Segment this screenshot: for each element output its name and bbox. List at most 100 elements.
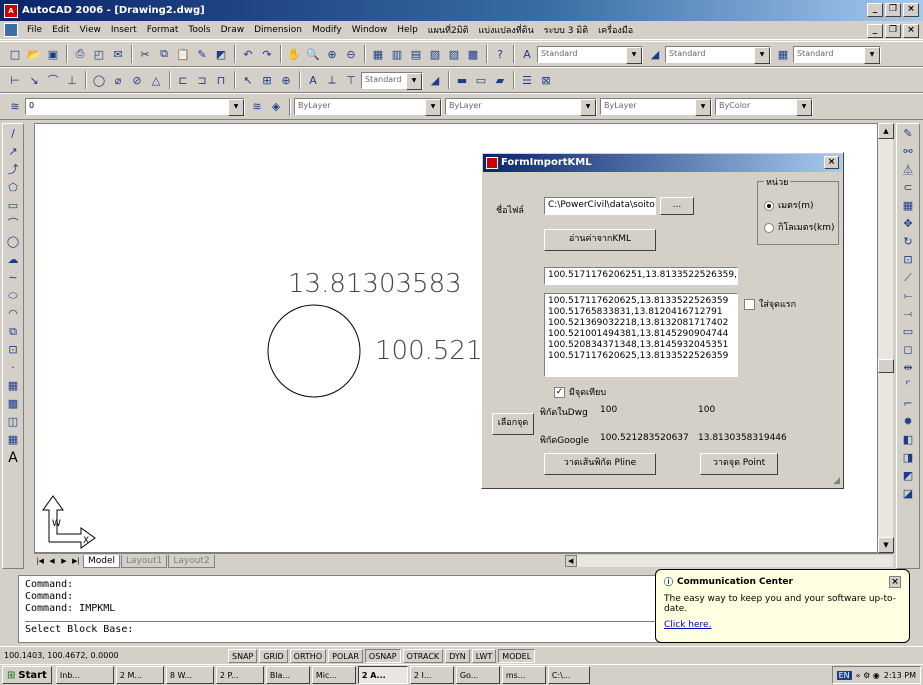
menu-3d-system[interactable]: ระบบ 3 มิติ [539, 23, 593, 37]
otrack-toggle[interactable]: OTRACK [402, 648, 444, 663]
tab-model[interactable]: Model [83, 554, 121, 568]
menu-draw[interactable]: Draw [216, 25, 250, 35]
drawn-circle[interactable] [267, 304, 361, 398]
taskbar-item[interactable]: Inb... [55, 666, 114, 684]
new-icon[interactable]: □ [6, 45, 24, 63]
thai-tool-4-icon[interactable]: ☰ [518, 71, 536, 89]
unit-meter-radio[interactable]: เมตร(m) [764, 198, 813, 212]
thai-tool-2-icon[interactable]: ▭ [472, 71, 490, 89]
diameter-icon[interactable]: ⊘ [128, 71, 146, 89]
region-icon[interactable]: ◫ [4, 414, 22, 430]
draw-order-3-icon[interactable]: ◩ [899, 468, 917, 484]
menu-map-2d[interactable]: แผนที่2มิติ [423, 23, 474, 37]
continue-icon[interactable]: ⊓ [212, 71, 230, 89]
dyn-toggle[interactable]: DYN [445, 648, 470, 663]
balloon-close-button[interactable]: × [889, 575, 901, 588]
paste-icon[interactable]: 📋 [174, 45, 192, 63]
ellipse-arc-icon[interactable]: ◠ [4, 306, 22, 322]
arc-length-icon[interactable]: ⌒ [44, 71, 62, 89]
first-point-checkbox[interactable]: ใส่จุดแรก [744, 297, 796, 311]
menu-edit[interactable]: Edit [47, 25, 74, 35]
save-icon[interactable]: ▣ [44, 45, 62, 63]
ellipse-icon[interactable]: ⬭ [4, 288, 22, 304]
revcloud-icon[interactable]: ☁ [4, 252, 22, 268]
menu-view[interactable]: View [75, 25, 106, 35]
coordinates-list[interactable]: 100.517117620625,13.8133522526359 100.51… [544, 293, 738, 377]
menu-tools[interactable]: Tools [183, 25, 215, 35]
prev-tab-button[interactable]: ◀ [46, 555, 58, 567]
menu-land-division[interactable]: แบ่งแปลงที่ดิน [473, 23, 538, 37]
ortho-toggle[interactable]: ORTHO [289, 648, 327, 663]
language-indicator[interactable]: EN [836, 670, 852, 680]
point-icon[interactable]: · [4, 360, 22, 376]
table-icon[interactable]: ▦ [4, 432, 22, 448]
trim-icon[interactable]: ⤚ [899, 288, 917, 304]
tolerance-icon[interactable]: ⊞ [258, 71, 276, 89]
draw-pline-button[interactable]: วาดเส้นพิกัด Pline [544, 453, 656, 475]
restore-button[interactable]: ❐ [885, 3, 901, 17]
browse-button[interactable]: ... [660, 197, 694, 215]
gradient-icon[interactable]: ▩ [4, 396, 22, 412]
menu-format[interactable]: Format [142, 25, 184, 35]
reference-point-checkbox[interactable]: ✓ มีจุดเทียบ [554, 385, 606, 399]
erase-icon[interactable]: ✎ [899, 126, 917, 142]
match-icon[interactable]: ✎ [193, 45, 211, 63]
taskbar-item[interactable]: Go... [455, 666, 500, 684]
dimedit-icon[interactable]: A [304, 71, 322, 89]
dim-style-select-2[interactable]: Standard [361, 71, 423, 90]
polygon-icon[interactable]: ⬠ [4, 180, 22, 196]
osnap-toggle[interactable]: OSNAP [364, 648, 401, 663]
taskbar-item[interactable]: Bla... [265, 666, 310, 684]
table-style-select[interactable]: Standard [793, 45, 881, 64]
quick-dim-icon[interactable]: ⊏ [174, 71, 192, 89]
minimize-button[interactable]: _ [867, 3, 883, 17]
polyline-icon[interactable]: ⤴ [4, 162, 22, 178]
mirror-icon[interactable]: ⏅ [899, 162, 917, 178]
extend-icon[interactable]: ⤙ [899, 306, 917, 322]
drawn-text-longitude[interactable]: 100.521 [375, 336, 483, 366]
menu-insert[interactable]: Insert [106, 25, 142, 35]
next-tab-button[interactable]: ▶ [58, 555, 70, 567]
thai-tool-5-icon[interactable]: ⊠ [537, 71, 555, 89]
list-item[interactable]: 100.520834371348,13.8145932045351 [548, 340, 734, 351]
draw-point-button[interactable]: วาดจุด Point [700, 453, 778, 475]
drawn-text-latitude[interactable]: 13.81303583 [288, 269, 462, 299]
taskbar-item[interactable]: 2 P... [215, 666, 264, 684]
dim-style-select[interactable]: Standard [665, 45, 771, 64]
toolpalette-icon[interactable]: ▤ [407, 45, 425, 63]
plot-icon[interactable]: ⎙ [71, 45, 89, 63]
stretch-icon[interactable]: ⟋ [899, 270, 917, 286]
markup-icon[interactable]: ▨ [445, 45, 463, 63]
linetype-select[interactable]: ByLayer [445, 98, 597, 116]
rotate-icon[interactable]: ↻ [899, 234, 917, 250]
draw-order-4-icon[interactable]: ◪ [899, 486, 917, 502]
array-icon[interactable]: ▦ [899, 198, 917, 214]
list-item[interactable]: 100.51765833831,13.8120416712791 [548, 307, 734, 318]
model-toggle[interactable]: MODEL [498, 648, 536, 663]
ordinate-icon[interactable]: ⊥ [63, 71, 81, 89]
taskbar-item[interactable]: Mic... [311, 666, 356, 684]
properties-icon[interactable]: ▦ [369, 45, 387, 63]
list-item[interactable]: 100.521369032218,13.8132081717402 [548, 318, 734, 329]
zoom-realtime-icon[interactable]: 🔍 [304, 45, 322, 63]
help-icon[interactable]: ? [491, 45, 509, 63]
taskbar-item[interactable]: 8 W... [165, 666, 214, 684]
linear-dim-icon[interactable]: ⊢ [6, 71, 24, 89]
menu-window[interactable]: Window [347, 25, 393, 35]
update-icon[interactable]: ⊤ [342, 71, 360, 89]
taskbar-item-active[interactable]: 2 A... [357, 666, 408, 684]
explode-icon[interactable]: ✹ [899, 414, 917, 430]
calc-icon[interactable]: ▩ [464, 45, 482, 63]
layer-previous-icon[interactable]: ◈ [267, 98, 285, 116]
close-button[interactable]: × [903, 3, 919, 17]
text-style-select[interactable]: Standard [537, 45, 643, 64]
layer-manager-icon[interactable]: ≋ [6, 98, 24, 116]
hscroll-left-button[interactable]: ◀ [564, 555, 577, 567]
move-icon[interactable]: ✥ [899, 216, 917, 232]
list-item[interactable]: 100.517117620625,13.8133522526359 [548, 296, 734, 307]
join-icon[interactable]: ⇹ [899, 360, 917, 376]
jogged-icon[interactable]: ⌀ [109, 71, 127, 89]
thai-tool-1-icon[interactable]: ▬ [453, 71, 471, 89]
radius-icon[interactable]: ◯ [90, 71, 108, 89]
make-current-icon[interactable]: ≋ [248, 98, 266, 116]
